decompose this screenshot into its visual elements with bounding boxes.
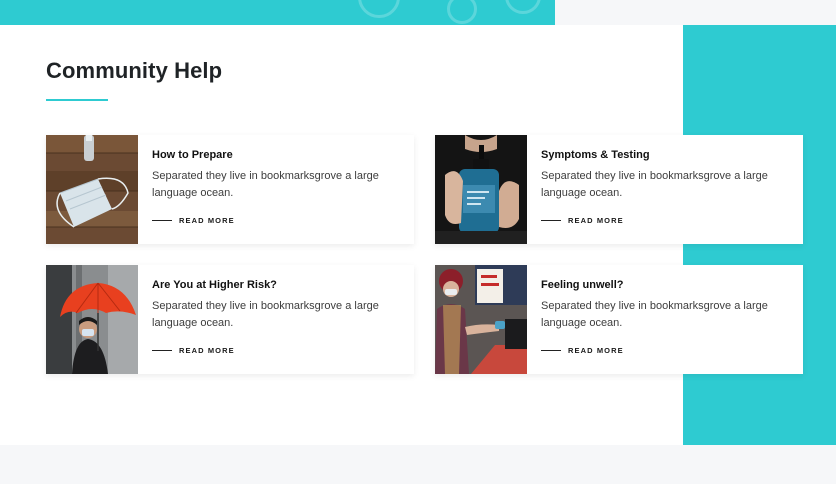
card-image[interactable] [435, 265, 527, 374]
read-more-label[interactable]: READ MORE [568, 346, 624, 355]
card-heading[interactable]: How to Prepare [152, 149, 233, 161]
footer-band [0, 445, 836, 484]
decorative-ring [447, 0, 477, 24]
card-heading[interactable]: Are You at Higher Risk? [152, 279, 277, 291]
card-symptoms-testing[interactable]: Symptoms & Testing Separated they live i… [435, 135, 803, 244]
read-more-link[interactable]: READ MORE [541, 216, 624, 225]
card-heading[interactable]: Feeling unwell? [541, 279, 624, 291]
read-more-line [541, 350, 561, 351]
card-description: Separated they live in bookmarksgrove a … [541, 300, 768, 329]
card-higher-risk[interactable]: Are You at Higher Risk? Separated they l… [46, 265, 414, 374]
top-accent-band [0, 0, 555, 25]
card-image[interactable] [435, 135, 527, 244]
street-sanitizer-photo [435, 265, 527, 374]
read-more-line [541, 220, 561, 221]
decorative-ring [505, 0, 541, 14]
read-more-link[interactable]: READ MORE [541, 346, 624, 355]
red-umbrella-photo [46, 265, 138, 374]
card-description: Separated they live in bookmarksgrove a … [152, 170, 379, 199]
read-more-line [152, 350, 172, 351]
sanitizer-bottle-photo [435, 135, 527, 244]
read-more-link[interactable]: READ MORE [152, 216, 235, 225]
read-more-line [152, 220, 172, 221]
read-more-link[interactable]: READ MORE [152, 346, 235, 355]
card-how-to-prepare[interactable]: How to Prepare Separated they live in bo… [46, 135, 414, 244]
section-title: Community Help [46, 58, 223, 83]
card-image[interactable] [46, 265, 138, 374]
card-heading[interactable]: Symptoms & Testing [541, 149, 650, 161]
decorative-ring [358, 0, 400, 18]
card-description: Separated they live in bookmarksgrove a … [152, 300, 379, 329]
read-more-label[interactable]: READ MORE [568, 216, 624, 225]
title-underline [46, 99, 108, 101]
top-light-band [555, 0, 836, 25]
face-mask-photo [46, 135, 138, 244]
card-image[interactable] [46, 135, 138, 244]
card-description: Separated they live in bookmarksgrove a … [541, 170, 768, 199]
read-more-label[interactable]: READ MORE [179, 346, 235, 355]
read-more-label[interactable]: READ MORE [179, 216, 235, 225]
card-feeling-unwell[interactable]: Feeling unwell? Separated they live in b… [435, 265, 803, 374]
